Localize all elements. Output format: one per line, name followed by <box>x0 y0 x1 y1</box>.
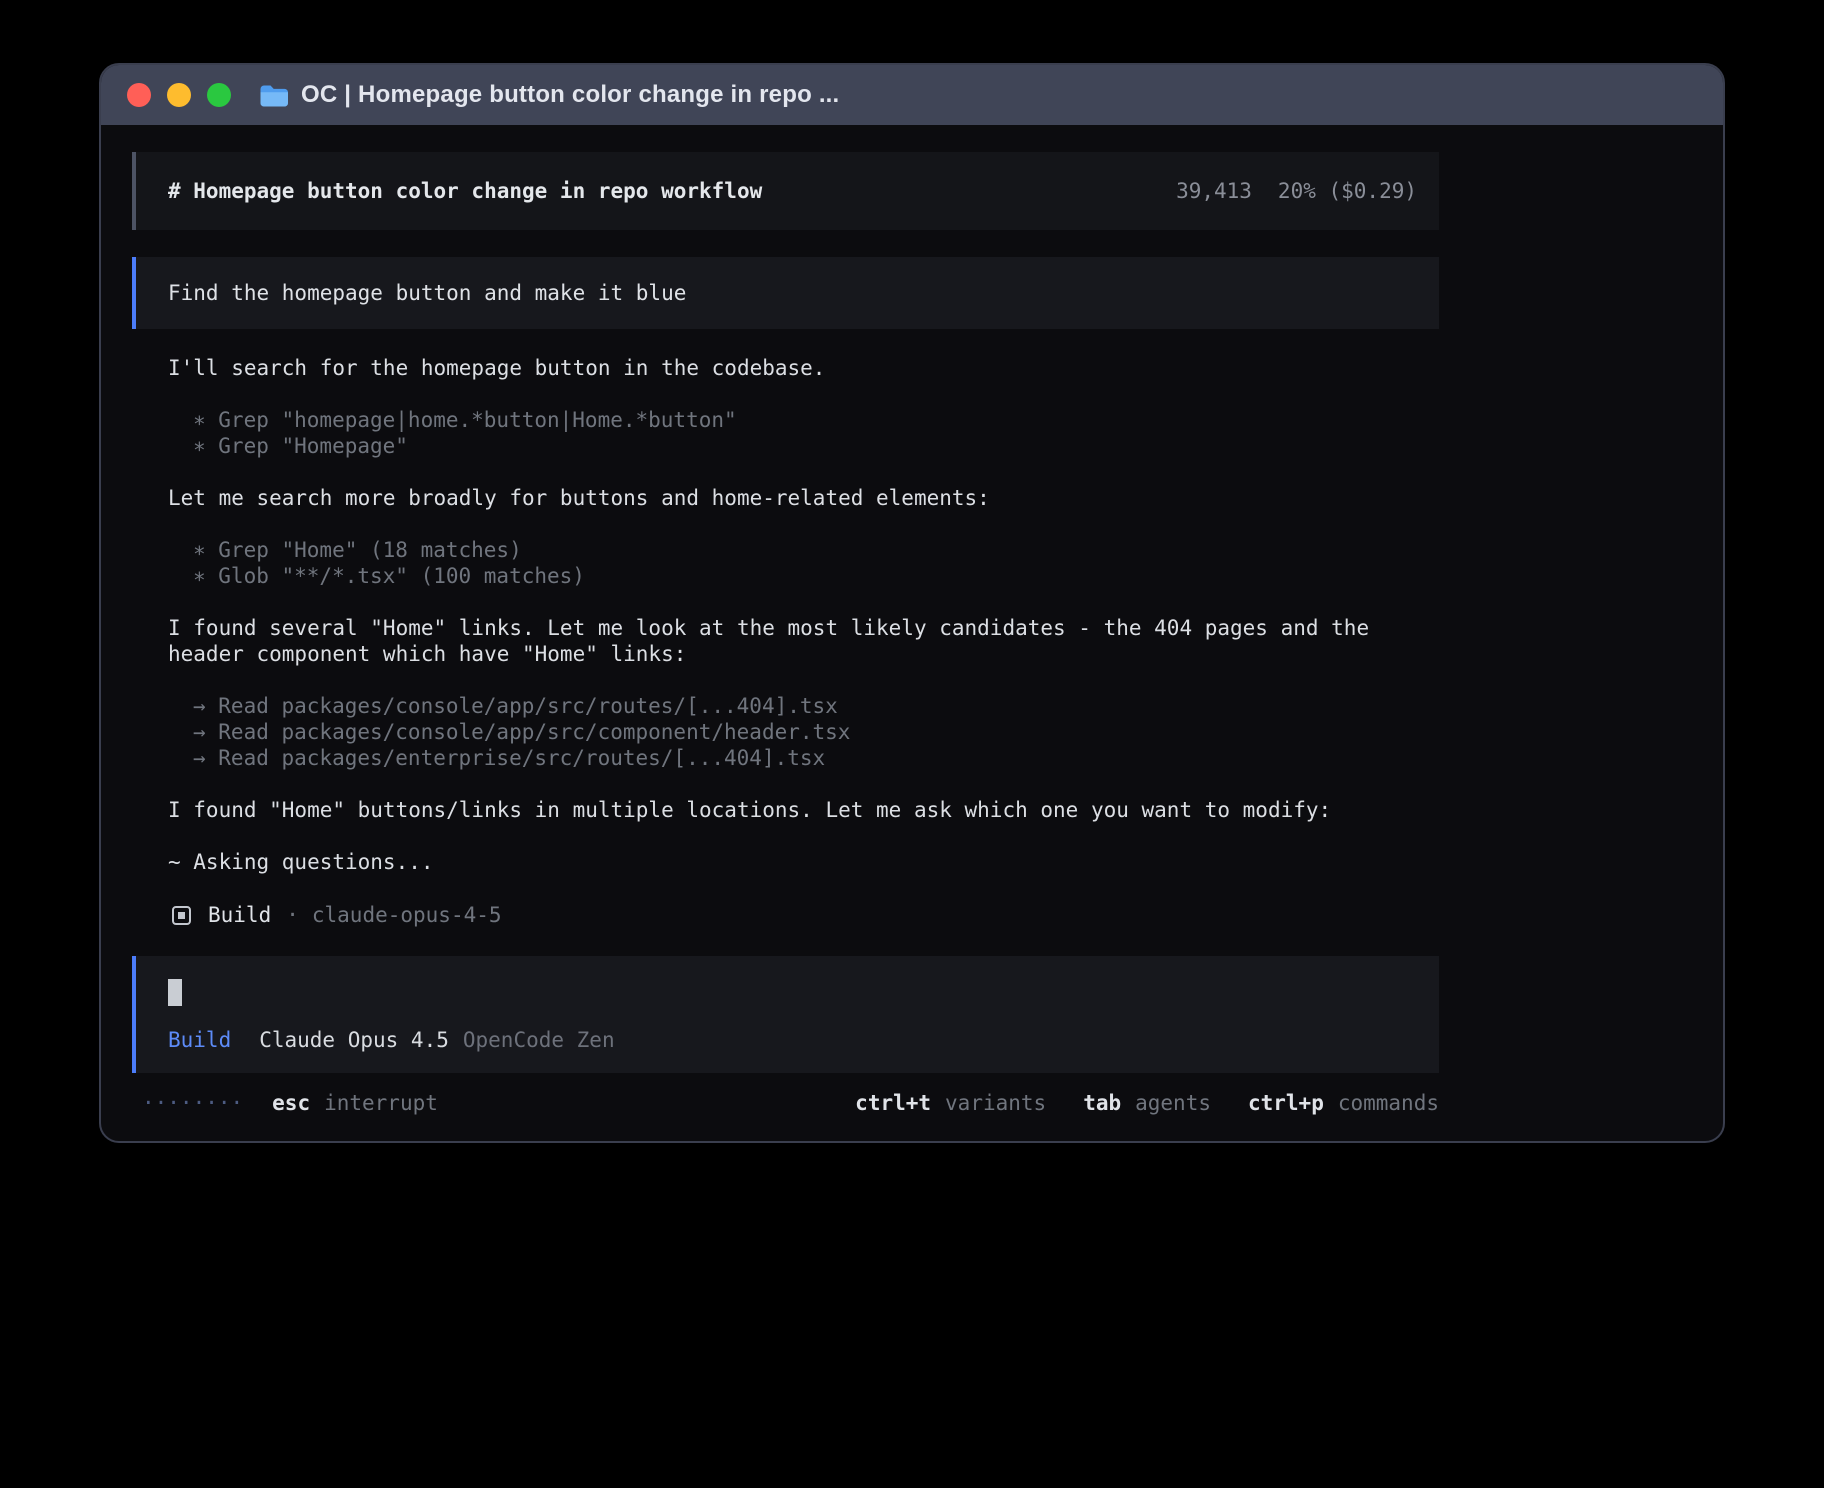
text-cursor <box>168 979 182 1006</box>
user-message: Find the homepage button and make it blu… <box>132 257 1439 329</box>
tab-key: tab <box>1083 1090 1121 1116</box>
esc-key-hint: esc <box>272 1090 310 1116</box>
build-agent-icon <box>172 906 191 925</box>
file-read-line: → Read packages/console/app/src/routes/[… <box>168 693 1439 719</box>
content-column: # Homepage button color change in repo w… <box>132 152 1439 1116</box>
close-button[interactable] <box>127 83 151 107</box>
commands-label: commands <box>1338 1090 1439 1116</box>
tool-call-line: ∗ Glob "**/*.tsx" (100 matches) <box>168 563 1439 589</box>
model-indicator[interactable]: Claude Opus 4.5 <box>259 1028 449 1052</box>
token-count: 39,413 <box>1176 179 1252 203</box>
asking-questions-line: ~ Asking questions... <box>168 849 1439 875</box>
minimize-button[interactable] <box>167 83 191 107</box>
assistant-status: ~ Asking questions... <box>168 849 1439 875</box>
tool-call-group: ∗ Grep "homepage|home.*button|Home.*butt… <box>168 407 1439 459</box>
interrupt-label: interrupt <box>324 1090 438 1116</box>
file-read-line: → Read packages/enterprise/src/routes/[.… <box>168 745 1439 771</box>
mode-indicator[interactable]: Build <box>168 1028 231 1052</box>
session-title: # Homepage button color change in repo w… <box>168 179 762 203</box>
variants-hint: ctrl+t variants <box>855 1090 1046 1116</box>
terminal-content: # Homepage button color change in repo w… <box>101 125 1723 1116</box>
commands-hint: ctrl+p commands <box>1248 1090 1439 1116</box>
agent-name: Build <box>208 902 271 928</box>
assistant-text-line: I found "Home" buttons/links in multiple… <box>168 797 1439 823</box>
input-meta-row: Build Claude Opus 4.5 OpenCode Zen <box>168 1028 1417 1052</box>
ctrl-p-key: ctrl+p <box>1248 1090 1324 1116</box>
provider-indicator: OpenCode Zen <box>463 1028 615 1052</box>
tool-call-line: ∗ Grep "Home" (18 matches) <box>168 537 1439 563</box>
assistant-text-line: I found several "Home" links. Let me loo… <box>168 615 1439 641</box>
agents-label: agents <box>1135 1090 1211 1116</box>
user-message-text: Find the homepage button and make it blu… <box>168 281 686 305</box>
agent-status-line: Build · claude-opus-4-5 <box>132 902 1439 928</box>
conversation: I'll search for the homepage button in t… <box>132 355 1439 875</box>
assistant-text-line: I'll search for the homepage button in t… <box>168 355 1439 381</box>
tool-call-group: ∗ Grep "Home" (18 matches) ∗ Glob "**/*.… <box>168 537 1439 589</box>
window-controls <box>127 83 231 107</box>
assistant-message: I found "Home" buttons/links in multiple… <box>168 797 1439 823</box>
assistant-text-line: Let me search more broadly for buttons a… <box>168 485 1439 511</box>
window-title-group: OC | Homepage button color change in rep… <box>259 81 839 109</box>
file-read-line: → Read packages/console/app/src/componen… <box>168 719 1439 745</box>
terminal-window: OC | Homepage button color change in rep… <box>99 63 1725 1143</box>
assistant-text-line: header component which have "Home" links… <box>168 641 1439 667</box>
status-right: ctrl+t variants tab agents ctrl+p comman… <box>855 1090 1439 1116</box>
window-titlebar[interactable]: OC | Homepage button color change in rep… <box>101 65 1723 125</box>
desktop: OC | Homepage button color change in rep… <box>0 0 1824 1488</box>
agent-model: claude-opus-4-5 <box>312 902 502 928</box>
session-stats: 39,413 20% ($0.29) <box>1176 179 1417 203</box>
agents-hint: tab agents <box>1083 1090 1211 1116</box>
prompt-input[interactable]: Build Claude Opus 4.5 OpenCode Zen <box>132 956 1439 1073</box>
folder-icon <box>259 84 288 107</box>
assistant-message: I'll search for the homepage button in t… <box>168 355 1439 381</box>
tool-call-group: → Read packages/console/app/src/routes/[… <box>168 693 1439 771</box>
tool-call-line: ∗ Grep "homepage|home.*button|Home.*butt… <box>168 407 1439 433</box>
status-bar: ········ esc interrupt ctrl+t variants t… <box>132 1090 1439 1116</box>
window-title: OC | Homepage button color change in rep… <box>301 81 839 109</box>
spinner-dots: ········ <box>142 1090 243 1116</box>
assistant-message: Let me search more broadly for buttons a… <box>168 485 1439 511</box>
session-header: # Homepage button color change in repo w… <box>132 152 1439 230</box>
zoom-button[interactable] <box>207 83 231 107</box>
ctrl-t-key: ctrl+t <box>855 1090 931 1116</box>
context-usage: 20% ($0.29) <box>1278 179 1417 203</box>
agent-separator: · <box>286 902 299 928</box>
variants-label: variants <box>945 1090 1046 1116</box>
status-left: ········ esc interrupt <box>142 1090 438 1116</box>
assistant-message: I found several "Home" links. Let me loo… <box>168 615 1439 667</box>
tool-call-line: ∗ Grep "Homepage" <box>168 433 1439 459</box>
